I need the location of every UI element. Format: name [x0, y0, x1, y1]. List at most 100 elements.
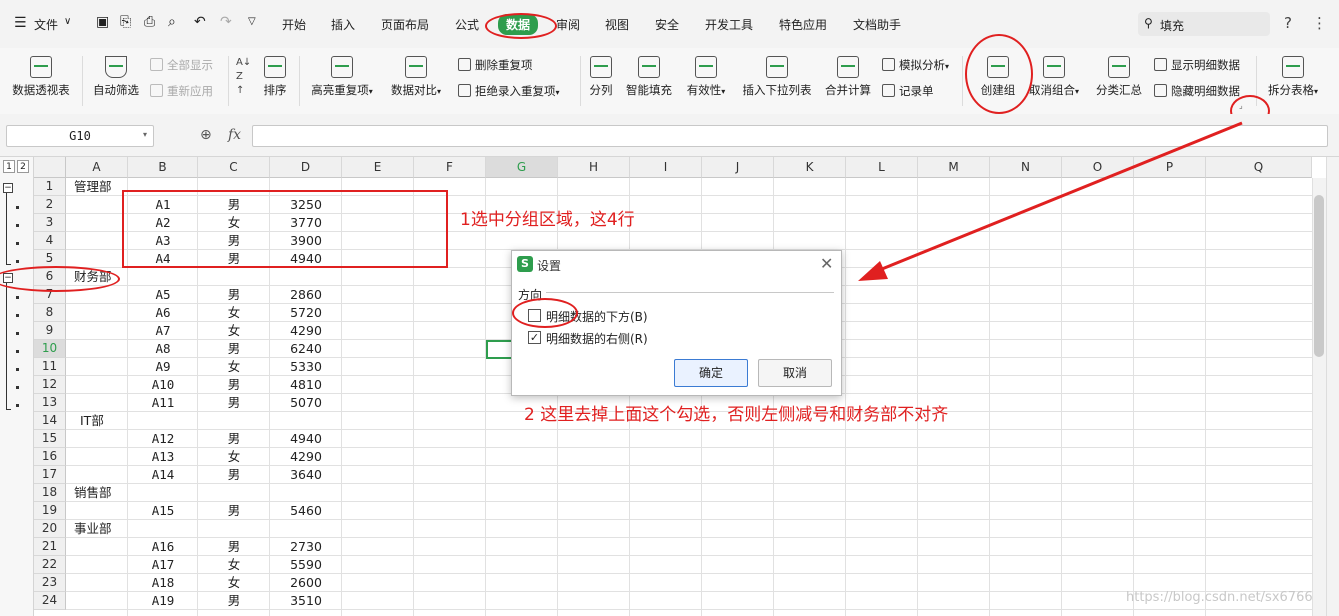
tab-developer[interactable]: 开发工具 — [705, 16, 753, 33]
text-to-columns-button[interactable]: 分列 — [586, 56, 616, 98]
cell-c19[interactable]: 男 — [198, 502, 270, 520]
cell-c13[interactable]: 男 — [198, 394, 270, 412]
highlight-duplicates-button[interactable]: 高亮重复项▾ — [306, 56, 378, 98]
validity-button[interactable]: 有效性▾ — [682, 56, 730, 98]
cell-d15[interactable]: 4940 — [270, 430, 342, 448]
cell-d9[interactable]: 4290 — [270, 322, 342, 340]
row-header-11[interactable]: 11 — [34, 358, 66, 376]
row-header-4[interactable]: 4 — [34, 232, 66, 250]
sort-button[interactable]: 排序 — [258, 56, 292, 98]
column-header-a[interactable]: A — [66, 157, 128, 178]
tab-view[interactable]: 视图 — [605, 16, 629, 33]
cell-b13[interactable]: A11 — [128, 394, 198, 412]
undo-icon[interactable]: ↶ — [194, 14, 206, 30]
tab-page-layout[interactable]: 页面布局 — [381, 16, 429, 33]
chevron-down-icon[interactable]: ∨ — [64, 16, 71, 27]
cell-b17[interactable]: A14 — [128, 466, 198, 484]
cell-b22[interactable]: A17 — [128, 556, 198, 574]
cell-d24[interactable]: 3510 — [270, 592, 342, 610]
cell-c24[interactable]: 男 — [198, 592, 270, 610]
close-icon[interactable]: ✕ — [820, 254, 833, 273]
outline-level-2-button[interactable]: 2 — [17, 160, 29, 173]
cell-c21[interactable]: 男 — [198, 538, 270, 556]
detail-right-label[interactable]: 明细数据的右侧(R) — [546, 330, 648, 347]
cell-c10[interactable]: 男 — [198, 340, 270, 358]
row-header-24[interactable]: 24 — [34, 592, 66, 610]
redo-icon[interactable]: ↷ — [220, 14, 232, 30]
reapply-button[interactable]: 重新应用 — [150, 83, 213, 99]
cell-a18[interactable]: 销售部 — [74, 484, 112, 502]
ok-button[interactable]: 确定 — [674, 359, 748, 387]
cell-a1[interactable]: 管理部 — [74, 178, 112, 196]
cell-c8[interactable]: 女 — [198, 304, 270, 322]
cell-b23[interactable]: A18 — [128, 574, 198, 592]
row-header-12[interactable]: 12 — [34, 376, 66, 394]
detail-right-checkbox[interactable]: ✓ — [528, 331, 541, 344]
cell-c22[interactable]: 女 — [198, 556, 270, 574]
cell-c17[interactable]: 男 — [198, 466, 270, 484]
row-header-2[interactable]: 2 — [34, 196, 66, 214]
cell-b15[interactable]: A12 — [128, 430, 198, 448]
tab-formulas[interactable]: 公式 — [455, 16, 479, 33]
cell-a14[interactable]: IT部 — [80, 412, 104, 430]
cell-c11[interactable]: 女 — [198, 358, 270, 376]
save-icon[interactable]: ▣ — [96, 14, 109, 30]
autofilter-button[interactable]: 自动筛选 — [90, 56, 142, 98]
cell-d10[interactable]: 6240 — [270, 340, 342, 358]
outline-level-1-button[interactable]: 1 — [3, 160, 15, 173]
name-box[interactable]: G10 — [6, 125, 154, 147]
cell-b11[interactable]: A9 — [128, 358, 198, 376]
row-header-13[interactable]: 13 — [34, 394, 66, 412]
cell-d13[interactable]: 5070 — [270, 394, 342, 412]
more-icon[interactable]: ⋮ — [1312, 14, 1327, 32]
cell-d21[interactable]: 2730 — [270, 538, 342, 556]
cell-b7[interactable]: A5 — [128, 286, 198, 304]
column-header-b[interactable]: B — [128, 157, 198, 178]
cell-c15[interactable]: 男 — [198, 430, 270, 448]
tab-doc-assistant[interactable]: 文档助手 — [853, 16, 901, 33]
cell-b19[interactable]: A15 — [128, 502, 198, 520]
row-header-14[interactable]: 14 — [34, 412, 66, 430]
cell-b12[interactable]: A10 — [128, 376, 198, 394]
cell-d23[interactable]: 2600 — [270, 574, 342, 592]
smart-fill-button[interactable]: 智能填充 — [622, 56, 676, 98]
column-header-e[interactable]: E — [342, 157, 414, 178]
column-header-i[interactable]: I — [630, 157, 702, 178]
cell-b16[interactable]: A13 — [128, 448, 198, 466]
column-header-j[interactable]: J — [702, 157, 774, 178]
cell-c16[interactable]: 女 — [198, 448, 270, 466]
column-header-k[interactable]: K — [774, 157, 846, 178]
row-header-10[interactable]: 10 — [34, 340, 66, 358]
sort-ascending-icon[interactable]: A↓ Z ↑ — [236, 56, 251, 100]
insert-dropdown-list-button[interactable]: 插入下拉列表 — [738, 56, 816, 98]
show-all-button[interactable]: 全部显示 — [150, 57, 213, 73]
name-box-dropdown-icon[interactable]: ▾ — [143, 130, 147, 139]
data-compare-button[interactable]: 数据对比▾ — [386, 56, 446, 98]
print-preview-icon[interactable]: ⌕ — [168, 14, 176, 30]
column-header-f[interactable]: F — [414, 157, 486, 178]
row-header-1[interactable]: 1 — [34, 178, 66, 196]
cancel-button[interactable]: 取消 — [758, 359, 832, 387]
tab-home[interactable]: 开始 — [282, 16, 306, 33]
function-icon[interactable]: fx — [228, 127, 241, 143]
row-header-3[interactable]: 3 — [34, 214, 66, 232]
row-header-9[interactable]: 9 — [34, 322, 66, 340]
vertical-scrollbar-thumb[interactable] — [1314, 195, 1324, 357]
record-form-button[interactable]: 记录单 — [882, 83, 934, 99]
export-icon[interactable]: ⎘ — [120, 14, 131, 30]
hamburger-icon[interactable]: ☰ — [14, 15, 27, 31]
remove-duplicates-button[interactable]: 删除重复项 — [458, 57, 533, 73]
cell-d16[interactable]: 4290 — [270, 448, 342, 466]
row-header-20[interactable]: 20 — [34, 520, 66, 538]
cell-d19[interactable]: 5460 — [270, 502, 342, 520]
subtotal-button[interactable]: 分类汇总 — [1094, 56, 1144, 98]
quick-access-dropdown-icon[interactable]: ▽ — [248, 16, 256, 27]
split-table-button[interactable]: 拆分表格▾ — [1262, 56, 1324, 98]
cell-d8[interactable]: 5720 — [270, 304, 342, 322]
consolidate-button[interactable]: 合并计算 — [822, 56, 874, 98]
row-header-21[interactable]: 21 — [34, 538, 66, 556]
cell-d17[interactable]: 3640 — [270, 466, 342, 484]
select-all-corner[interactable] — [34, 157, 66, 178]
tab-insert[interactable]: 插入 — [331, 16, 355, 33]
what-if-analysis-button[interactable]: 模拟分析▾ — [882, 57, 949, 73]
